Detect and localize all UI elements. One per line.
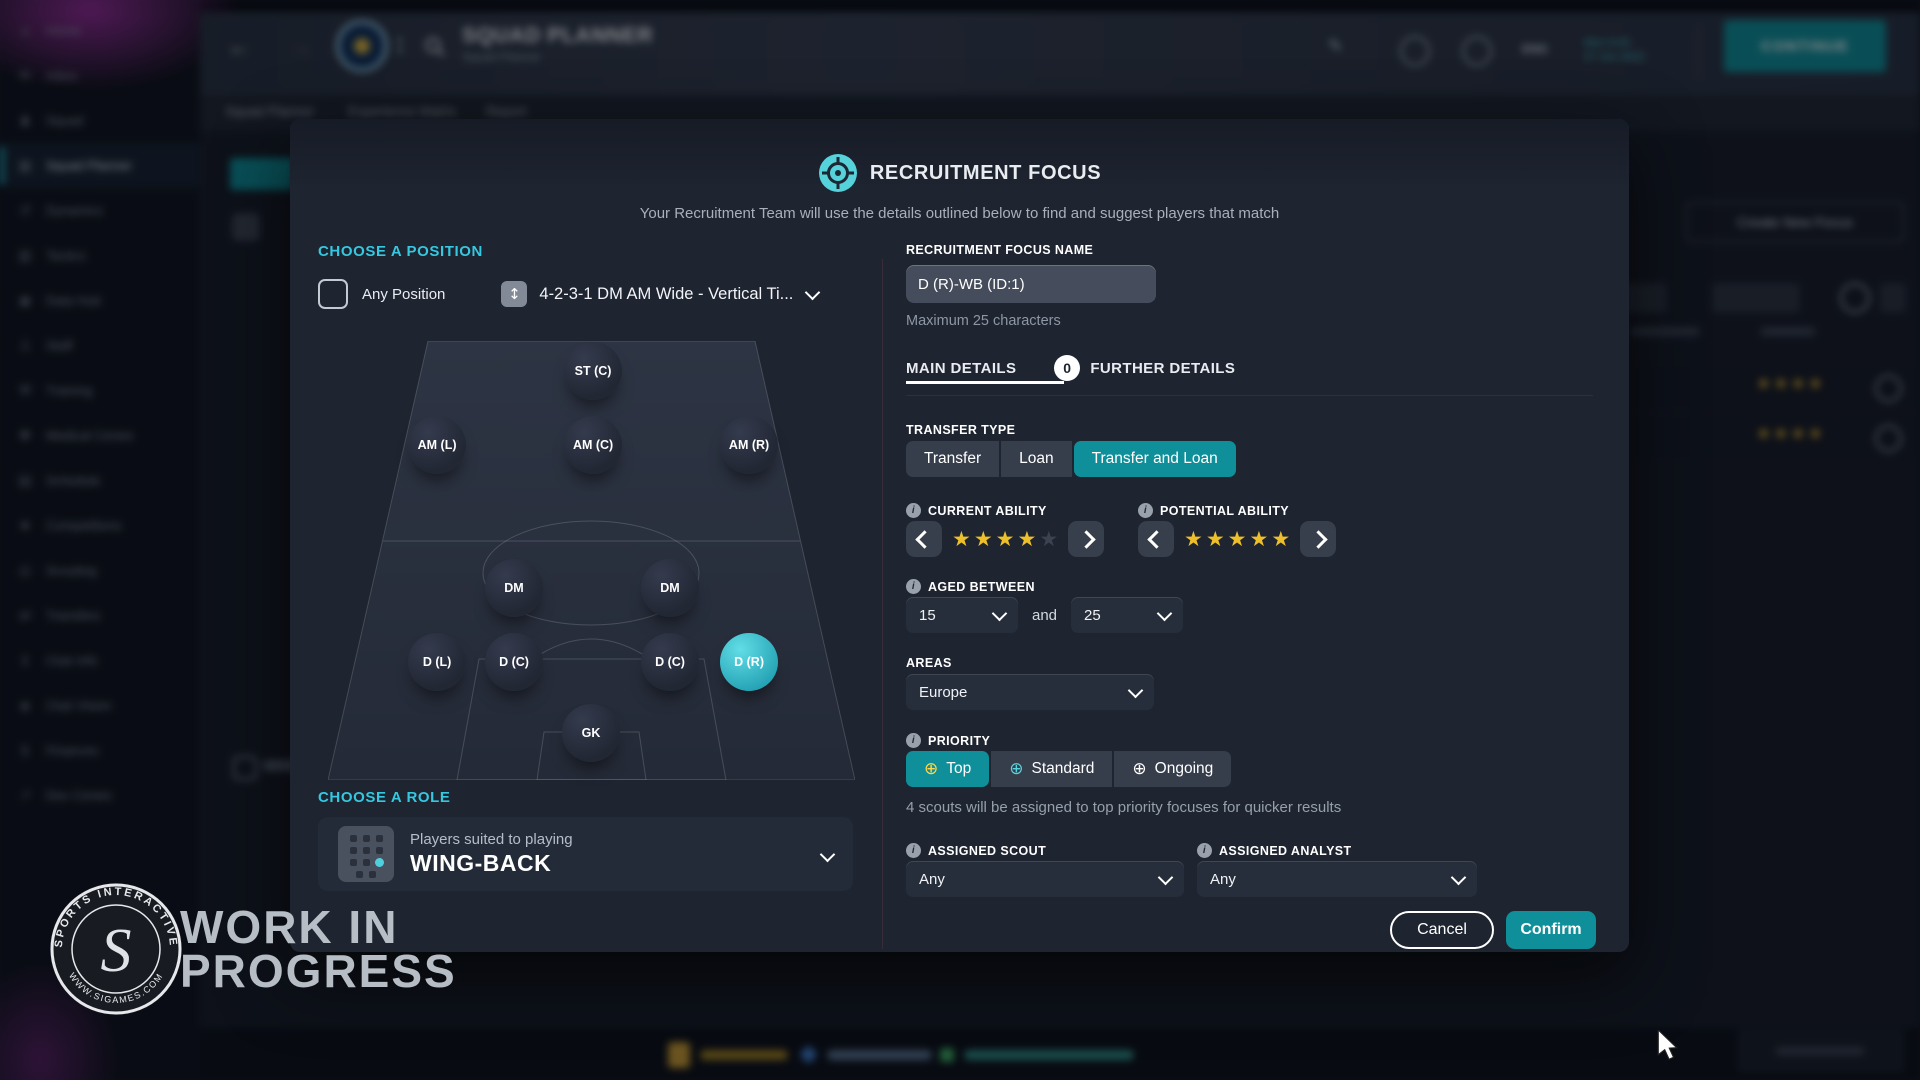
info-icon[interactable]: i (906, 843, 921, 858)
target-icon: ⊕ (1009, 759, 1023, 779)
choose-role-heading: CHOOSE A ROLE (318, 789, 451, 806)
aged-between-conjunction: and (1032, 607, 1057, 624)
areas-select[interactable]: Europe (906, 674, 1154, 710)
tab-main-details[interactable]: MAIN DETAILS (906, 360, 1016, 377)
star-icon: ★ (1249, 527, 1268, 551)
areas-label: AREAS (906, 656, 952, 670)
assigned-analyst-label: i ASSIGNED ANALYST (1197, 843, 1352, 858)
work-in-progress-watermark: WORK IN PROGRESS (180, 905, 457, 993)
star-icon: ★ (1271, 527, 1290, 551)
info-icon[interactable]: i (1197, 843, 1212, 858)
info-icon[interactable]: i (906, 579, 921, 594)
focus-name-hint: Maximum 25 characters (906, 313, 1061, 329)
position-node-dc[interactable]: D (C) (485, 633, 543, 691)
formation-pitch: ST (C) AM (L) AM (C) AM (R) DM DM D (L) D (C) D … (328, 341, 855, 780)
position-node-dl[interactable]: D (L) (408, 633, 466, 691)
mouse-cursor (1655, 1030, 1681, 1060)
formation-value[interactable]: 4-2-3-1 DM AM Wide - Vertical Ti... (539, 285, 793, 304)
choose-position-heading: CHOOSE A POSITION (318, 243, 483, 260)
priority-label: i PRIORITY (906, 733, 990, 748)
position-node-dm[interactable]: DM (641, 559, 699, 617)
priority-option-ongoing[interactable]: ⊕Ongoing (1114, 751, 1231, 787)
target-icon: ⊕ (924, 759, 938, 779)
confirm-button[interactable]: Confirm (1506, 911, 1596, 949)
recruitment-focus-modal: RECRUITMENT FOCUS Your Recruitment Team … (290, 119, 1629, 952)
star-icon: ★ (1184, 527, 1203, 551)
position-node-stc[interactable]: ST (C) (564, 342, 622, 400)
potential-ability-increase-button[interactable] (1300, 521, 1336, 557)
role-pitch-grid-icon (338, 826, 394, 882)
target-icon: ⊕ (1132, 759, 1146, 779)
assigned-analyst-select[interactable]: Any (1197, 861, 1477, 897)
tab-further-details[interactable]: 0 FURTHER DETAILS (1054, 355, 1235, 381)
priority-segment: ⊕Top⊕Standard⊕Ongoing (906, 751, 1231, 787)
assigned-scout-select[interactable]: Any (906, 861, 1184, 897)
potential-ability-stars: ★★★★★ (1184, 527, 1290, 551)
formation-chevron-down-icon[interactable] (805, 284, 821, 300)
focus-name-input[interactable] (906, 265, 1156, 303)
focus-name-label: RECRUITMENT FOCUS NAME (906, 243, 1093, 257)
transfer-type-label: TRANSFER TYPE (906, 423, 1015, 437)
transfer-type-option-loan[interactable]: Loan (1001, 441, 1071, 477)
further-details-badge: 0 (1054, 355, 1080, 381)
info-icon[interactable]: i (906, 733, 921, 748)
star-icon: ★ (952, 527, 971, 551)
fm-squad-planner-screen: ⌂Home✉Inbox♟Squad▦Squad Planner↺Dynamics… (0, 0, 1920, 1080)
star-icon: ★ (996, 527, 1015, 551)
role-chevron-down-icon[interactable] (820, 846, 836, 862)
info-icon[interactable]: i (1138, 503, 1153, 518)
position-node-amr[interactable]: AM (R) (720, 416, 778, 474)
potential-ability-decrease-button[interactable] (1138, 521, 1174, 557)
position-node-gk[interactable]: GK (562, 704, 620, 762)
star-icon: ★ (974, 527, 993, 551)
position-node-amc[interactable]: AM (C) (564, 416, 622, 474)
role-prefix: Players suited to playing (410, 831, 806, 848)
tab-divider (906, 395, 1593, 396)
active-tab-underline (906, 381, 1064, 384)
svg-text:S: S (101, 917, 132, 985)
transfer-type-segment: TransferLoanTransfer and Loan (906, 441, 1236, 477)
current-ability-increase-button[interactable] (1068, 521, 1104, 557)
star-icon: ★ (1206, 527, 1225, 551)
any-position-label: Any Position (362, 286, 445, 303)
formation-swap-icon[interactable]: ↕ (501, 281, 527, 307)
potential-ability-label: i POTENTIAL ABILITY (1138, 503, 1289, 518)
priority-option-top[interactable]: ⊕Top (906, 751, 989, 787)
aged-between-label: i AGED BETWEEN (906, 579, 1035, 594)
position-node-dm[interactable]: DM (485, 559, 543, 617)
current-ability-label: i CURRENT ABILITY (906, 503, 1047, 518)
info-icon[interactable]: i (906, 503, 921, 518)
position-node-dc[interactable]: D (C) (641, 633, 699, 691)
current-ability-decrease-button[interactable] (906, 521, 942, 557)
role-selector[interactable]: Players suited to playing WING-BACK (318, 817, 853, 891)
role-name: WING-BACK (410, 850, 806, 877)
position-node-dr[interactable]: D (R) (720, 633, 778, 691)
transfer-type-option-transfer-and-loan[interactable]: Transfer and Loan (1074, 441, 1236, 477)
age-min-select[interactable]: 15 (906, 597, 1018, 633)
column-divider (882, 259, 883, 949)
position-node-aml[interactable]: AM (L) (408, 416, 466, 474)
any-position-checkbox[interactable] (318, 279, 348, 309)
assigned-scout-label: i ASSIGNED SCOUT (906, 843, 1046, 858)
cancel-button[interactable]: Cancel (1390, 911, 1494, 949)
age-max-select[interactable]: 25 (1071, 597, 1183, 633)
sports-interactive-logo: SPORTS INTERACTIVE WWW.SIGAMES.COM S (46, 879, 186, 1019)
transfer-type-option-transfer[interactable]: Transfer (906, 441, 999, 477)
priority-note: 4 scouts will be assigned to top priorit… (906, 799, 1341, 816)
priority-option-standard[interactable]: ⊕Standard (991, 751, 1112, 787)
star-icon: ★ (1017, 527, 1036, 551)
current-ability-stars: ★★★★★ (952, 527, 1058, 551)
star-icon: ★ (1039, 527, 1058, 551)
star-icon: ★ (1228, 527, 1247, 551)
